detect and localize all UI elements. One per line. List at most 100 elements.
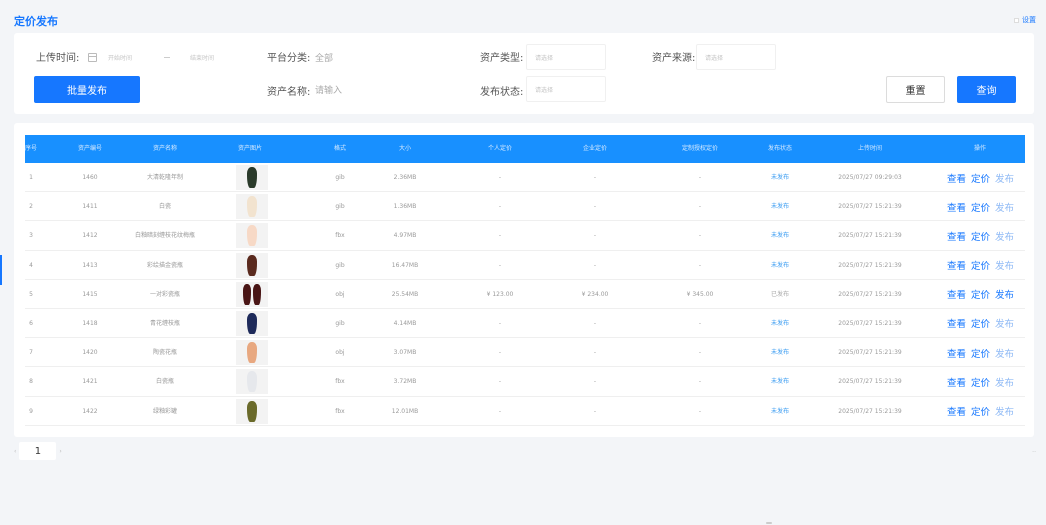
col-format-cell: fbx [335, 407, 345, 415]
publish-button[interactable]: 发布 [995, 346, 1014, 360]
pagination-total: ·· [1032, 449, 1036, 456]
col-actions-header: 操作 [973, 145, 986, 152]
col-asset-name-cell: 一对彩瓷瓶 [149, 290, 180, 298]
col-status-cell: 未发布 [770, 232, 789, 240]
settings-link[interactable]: 设置 [1014, 15, 1036, 25]
reset-button[interactable]: 重置 [886, 76, 945, 103]
col-size-cell: 25.54MB [391, 290, 419, 298]
publish-button[interactable]: 发布 [995, 287, 1014, 301]
col-size-header: 大小 [398, 145, 411, 152]
row-actions: 查看 定价 发布 [947, 251, 1014, 280]
col-index-cell: 3 [29, 232, 33, 240]
price-button[interactable]: 定价 [971, 287, 990, 301]
price-button[interactable]: 定价 [971, 200, 990, 214]
start-date-input[interactable]: 开始时间 [108, 53, 162, 62]
col-asset-name-cell: 白釉暗刻缠枝花纹梅瓶 [134, 232, 195, 240]
asset-source-label: 资产来源: [652, 53, 696, 64]
col-enterprise-price-cell: - [593, 378, 597, 386]
col-index-cell: 9 [29, 407, 33, 415]
col-personal-price-cell: - [498, 407, 502, 415]
col-personal-price-cell: - [498, 203, 502, 211]
col-enterprise-price-cell: - [593, 407, 597, 415]
col-index-cell: 5 [29, 290, 33, 298]
col-format-cell: fbx [335, 378, 345, 386]
col-size-cell: 4.97MB [393, 232, 417, 240]
view-button[interactable]: 查看 [947, 346, 966, 360]
col-enterprise-price-cell: - [593, 232, 597, 240]
publish-button[interactable]: 发布 [995, 200, 1014, 214]
col-personal-price-cell: - [498, 319, 502, 327]
end-date-input[interactable]: 结束时间 [190, 53, 214, 62]
view-button[interactable]: 查看 [947, 258, 966, 272]
publish-button[interactable]: 发布 [995, 258, 1014, 272]
vase-image [247, 312, 257, 334]
col-upload-time-header: 上传时间 [857, 145, 882, 152]
price-button[interactable]: 定价 [971, 316, 990, 330]
col-asset-id-cell: 1422 [82, 407, 98, 415]
row-actions: 查看 定价 发布 [947, 367, 1014, 396]
price-button[interactable]: 定价 [971, 404, 990, 418]
asset-source-select[interactable]: 请选择 [696, 44, 776, 70]
view-button[interactable]: 查看 [947, 200, 966, 214]
view-button[interactable]: 查看 [947, 375, 966, 389]
row-actions: 查看 定价 发布 [947, 397, 1014, 426]
col-size-cell: 2.36MB [393, 174, 417, 181]
asset-name-input[interactable]: 请输入 [315, 76, 375, 102]
publish-button[interactable]: 发布 [995, 229, 1014, 243]
col-asset-id-cell: 1418 [82, 319, 98, 327]
settings-link-label: 设置 [1022, 16, 1036, 24]
table-row: 7 1420 陶瓷花瓶 obj 3.07MB - - - 未发布 2025/07/27 15:21… [25, 338, 1025, 368]
col-upload-time-cell: 2025/07/27 09:29:03 [838, 174, 902, 181]
publish-status-select[interactable]: 请选择 [526, 76, 606, 102]
price-button[interactable]: 定价 [971, 258, 990, 272]
view-button[interactable]: 查看 [947, 229, 966, 243]
col-status-cell: 未发布 [770, 378, 789, 386]
publish-button[interactable]: 发布 [995, 404, 1014, 418]
col-upload-time-cell: 2025/07/27 15:21:39 [838, 349, 902, 357]
publish-button[interactable]: 发布 [995, 375, 1014, 389]
row-actions: 查看 定价 发布 [947, 163, 1014, 192]
col-custom-price-cell: - [698, 319, 702, 327]
view-button[interactable]: 查看 [947, 287, 966, 301]
batch-publish-button[interactable]: 批量发布 [34, 76, 140, 103]
col-asset-name-cell: 白瓷 [158, 203, 171, 211]
col-asset-id-header: 资产编号 [77, 145, 102, 152]
current-page[interactable]: 1 [19, 442, 57, 460]
publish-button[interactable]: 发布 [995, 316, 1014, 330]
asset-thumbnail [236, 165, 268, 190]
scroll-indicator [766, 522, 772, 524]
view-button[interactable]: 查看 [947, 404, 966, 418]
col-status-cell: 未发布 [770, 174, 789, 181]
table-row: 2 1411 白瓷 gib 1.36MB - - - 未发布 2025/07/27 15:21:3… [25, 192, 1025, 222]
col-custom-price-cell: - [698, 407, 702, 415]
view-button[interactable]: 查看 [947, 171, 966, 185]
col-upload-time-cell: 2025/07/27 15:21:39 [838, 232, 902, 240]
prev-page-button[interactable]: ‹ [14, 448, 16, 455]
publish-status-label: 发布状态: [480, 87, 524, 98]
col-format-cell: gib [335, 319, 345, 327]
platform-select[interactable]: 全部 [315, 44, 375, 70]
price-button[interactable]: 定价 [971, 375, 990, 389]
col-upload-time-cell: 2025/07/27 15:21:39 [838, 407, 902, 415]
price-button[interactable]: 定价 [971, 229, 990, 243]
table-row: 3 1412 白釉暗刻缠枝花纹梅瓶 fbx 4.97MB - - - 未发布 2025/07/27… [25, 221, 1025, 251]
next-page-button[interactable]: › [59, 448, 61, 455]
col-custom-price-cell: ¥ 345.00 [686, 290, 714, 298]
price-button[interactable]: 定价 [971, 346, 990, 360]
query-button[interactable]: 查询 [957, 76, 1016, 103]
asset-type-select[interactable]: 请选择 [526, 44, 606, 70]
col-upload-time-cell: 2025/07/27 15:21:39 [838, 203, 902, 211]
col-format-header: 格式 [333, 145, 346, 152]
col-asset-id-cell: 1411 [82, 203, 98, 211]
price-button[interactable]: 定价 [971, 171, 990, 185]
vase-image [247, 225, 257, 247]
col-custom-price-cell: - [698, 378, 702, 386]
row-actions: 查看 定价 发布 [947, 309, 1014, 338]
col-custom-price-cell: - [698, 349, 702, 357]
col-custom-price-cell: - [698, 261, 702, 269]
calendar-icon [88, 53, 97, 62]
col-size-cell: 3.72MB [393, 378, 417, 386]
publish-button[interactable]: 发布 [995, 171, 1014, 185]
col-index-cell: 7 [29, 349, 33, 357]
view-button[interactable]: 查看 [947, 316, 966, 330]
